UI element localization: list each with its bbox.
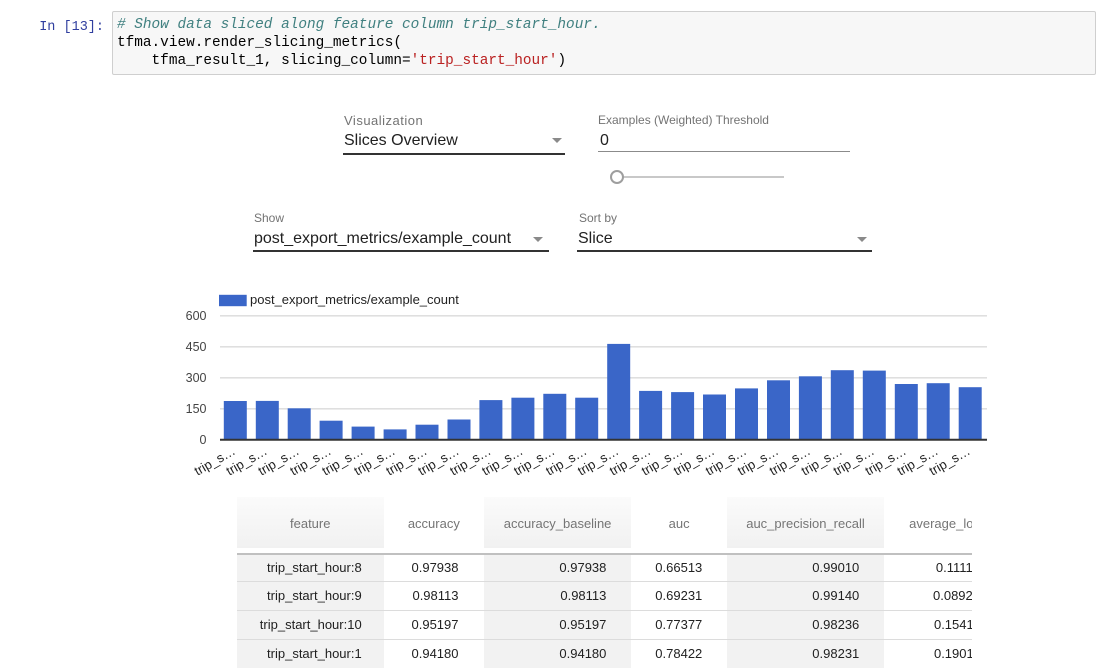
svg-text:150: 150 [186,402,207,416]
svg-text:0: 0 [200,433,207,447]
svg-text:post_export_metrics/example_co: post_export_metrics/example_count [250,292,459,307]
svg-text:450: 450 [186,340,207,354]
svg-text:300: 300 [186,371,207,385]
svg-text:600: 600 [186,309,207,323]
